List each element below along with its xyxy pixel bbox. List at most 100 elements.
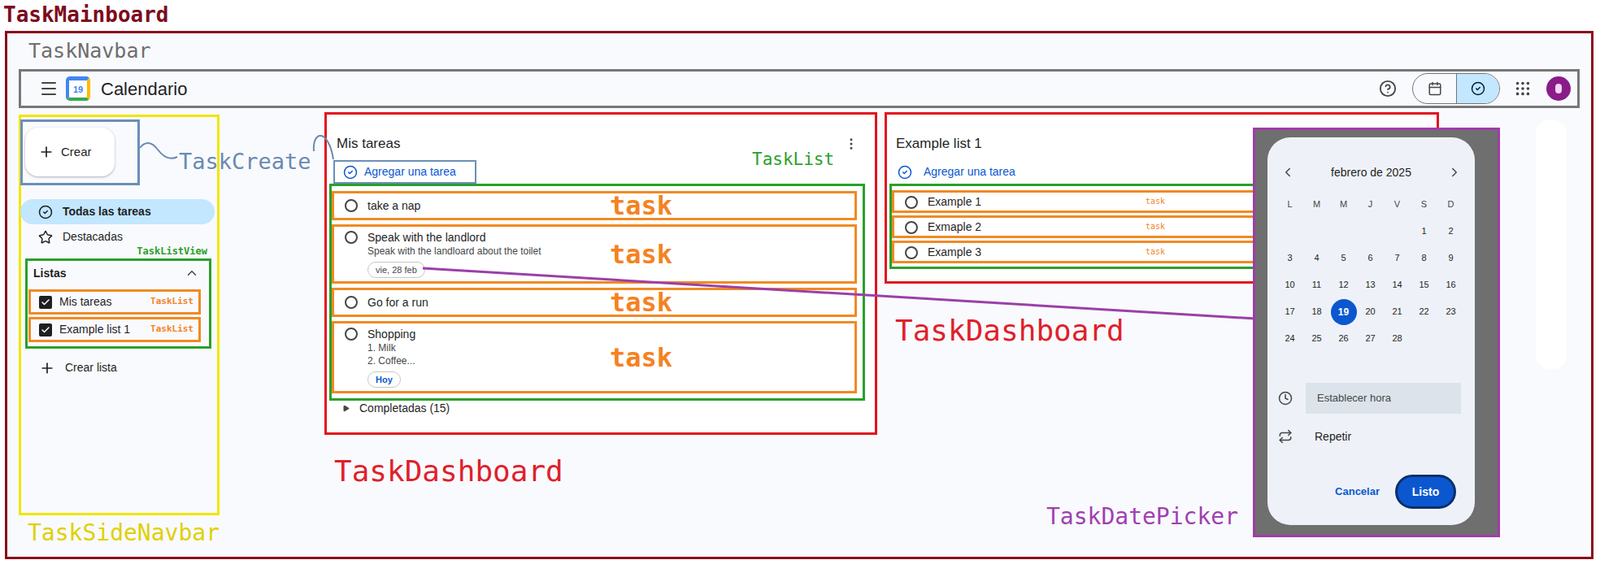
task-date-chip[interactable]: Hoy <box>367 371 401 388</box>
plus-icon <box>39 360 56 377</box>
list-toggle-row[interactable]: Example list 1TaskList <box>28 317 201 343</box>
day-cell[interactable]: 5 <box>1340 251 1346 266</box>
task-create-box: Crear <box>20 119 140 186</box>
previous-month-icon[interactable] <box>1280 165 1296 180</box>
day-cell[interactable]: 21 <box>1391 304 1402 319</box>
side-panel-strip <box>1535 120 1567 370</box>
day-cell[interactable]: 25 <box>1311 331 1322 346</box>
list-checkbox[interactable] <box>39 323 53 337</box>
day-cell[interactable]: 13 <box>1365 278 1375 292</box>
task-dashboard: Mis tareasAgregar una tareatake a naptas… <box>324 112 878 435</box>
repeat-icon <box>1278 429 1293 444</box>
day-cell[interactable]: 1 <box>1421 224 1427 239</box>
task-title: Go for a run <box>367 295 429 310</box>
task-row[interactable]: Shopping1. Milk2. Coffee...Hoytask <box>331 321 857 394</box>
day-cell[interactable]: 2 <box>1447 224 1453 239</box>
task-complete-toggle[interactable] <box>904 221 918 235</box>
month-label: febrero de 2025 <box>1330 164 1412 182</box>
sidebar-item[interactable]: Todas las tareas <box>20 199 215 225</box>
day-cell[interactable]: 26 <box>1338 331 1348 346</box>
day-cell[interactable]: 24 <box>1284 331 1295 346</box>
task-list-view: TaskListViewListasMis tareasTaskListExam… <box>25 258 212 349</box>
day-cell[interactable]: 28 <box>1391 331 1402 346</box>
task-row[interactable]: take a nap task <box>331 191 857 221</box>
day-cell[interactable]: 9 <box>1447 251 1453 266</box>
tasks-icon <box>1470 81 1486 96</box>
view-toggle-button[interactable] <box>1456 73 1500 104</box>
day-cell[interactable]: 14 <box>1391 278 1402 292</box>
task-row[interactable]: Example 3task <box>891 240 1257 264</box>
add-task-icon <box>343 165 358 180</box>
avatar[interactable] <box>1546 76 1571 101</box>
expand-triangle-icon <box>342 404 350 413</box>
day-cell[interactable]: 4 <box>1313 251 1319 266</box>
hamburger-menu-icon[interactable] <box>39 78 59 99</box>
day-cell[interactable]: 3 <box>1286 251 1292 266</box>
create-list-button[interactable]: Crear lista <box>21 355 218 381</box>
completed-toggle[interactable]: Completadas (15) <box>326 400 875 416</box>
day-cell[interactable]: 23 <box>1445 304 1456 319</box>
create-button[interactable]: Crear <box>25 127 115 177</box>
task-complete-toggle[interactable] <box>904 246 918 260</box>
week-row: 3 4 5 6 7 8 9 <box>1267 244 1475 272</box>
task-row[interactable]: Speak with the landlordSpeak with the la… <box>331 224 857 284</box>
time-field[interactable]: Establecer hora <box>1305 382 1461 414</box>
task-complete-toggle[interactable] <box>904 195 918 209</box>
task-date-chip[interactable]: vie, 28 feb <box>367 261 426 279</box>
weekday-label: L <box>1286 197 1292 212</box>
weekday-label: S <box>1421 197 1427 212</box>
day-cell[interactable]: 10 <box>1284 278 1295 292</box>
done-button[interactable]: Listo <box>1395 474 1457 509</box>
task-row[interactable]: Example 1task <box>891 190 1257 214</box>
annotated-screenshot: TaskMainboardTaskNavbar19CalendarioCrear… <box>0 0 1600 573</box>
day-cell[interactable]: 8 <box>1421 251 1427 266</box>
day-cell[interactable]: 6 <box>1367 251 1373 266</box>
task-annotation-label: task <box>609 290 673 315</box>
clock-icon <box>1278 391 1293 406</box>
task-complete-toggle[interactable] <box>344 199 358 213</box>
day-cell[interactable]: 20 <box>1365 304 1375 319</box>
task-annotation-label: task <box>1145 196 1166 207</box>
cancel-button[interactable]: Cancelar <box>1334 483 1380 500</box>
repeat-option[interactable]: Repetir <box>1267 424 1475 449</box>
day-cell[interactable]: 12 <box>1338 278 1348 292</box>
task-detail: 2. Coffee... <box>367 354 416 368</box>
date-picker-card: febrero de 2025LMMJVSD123456789101112131… <box>1267 137 1475 526</box>
task-list-annotation-label: TaskList <box>150 295 194 309</box>
list-view-annotation-label: TaskListView <box>136 245 208 257</box>
lists-header[interactable]: Listas <box>27 260 209 286</box>
star-icon <box>38 230 53 245</box>
app-title: Calendario <box>100 75 187 103</box>
task-complete-toggle[interactable] <box>344 327 358 341</box>
day-cell[interactable]: 16 <box>1445 278 1456 292</box>
task-row[interactable]: Exmaple 2task <box>891 215 1257 239</box>
add-task-connector-line <box>313 135 334 160</box>
day-cell[interactable]: 27 <box>1365 331 1375 346</box>
day-cell[interactable]: 22 <box>1418 304 1429 319</box>
apps-grid-icon[interactable] <box>1513 79 1532 98</box>
help-icon[interactable] <box>1378 79 1397 98</box>
next-month-icon[interactable] <box>1447 165 1462 180</box>
day-cell[interactable]: 7 <box>1394 251 1400 266</box>
view-toggle-button[interactable] <box>1413 73 1457 104</box>
task-title: take a nap <box>367 198 421 214</box>
day-cell[interactable]: 15 <box>1418 278 1429 292</box>
more-options-icon[interactable] <box>843 136 859 152</box>
task-detail: 1. Milk <box>367 341 416 355</box>
day-cell[interactable]: 18 <box>1311 304 1322 319</box>
collapse-chevron-icon[interactable] <box>184 265 200 281</box>
task-annotation-label: task <box>609 242 673 267</box>
day-cell[interactable]: 17 <box>1284 304 1295 319</box>
view-toggle <box>1412 73 1500 105</box>
task-row[interactable]: Go for a run task <box>331 287 857 318</box>
day-cell[interactable]: 11 <box>1312 278 1322 292</box>
list-checkbox[interactable] <box>39 295 53 309</box>
task-annotation-label: task <box>1145 247 1166 257</box>
task-complete-toggle[interactable] <box>344 295 358 309</box>
add-task-button[interactable]: Agregar una tarea <box>333 160 477 184</box>
day-cell[interactable]: 19 <box>1330 299 1357 326</box>
list-toggle-row[interactable]: Mis tareasTaskList <box>28 289 201 315</box>
task-complete-toggle[interactable] <box>344 230 358 244</box>
weekday-label: J <box>1368 197 1374 212</box>
task-annotation-label: task <box>609 193 673 218</box>
